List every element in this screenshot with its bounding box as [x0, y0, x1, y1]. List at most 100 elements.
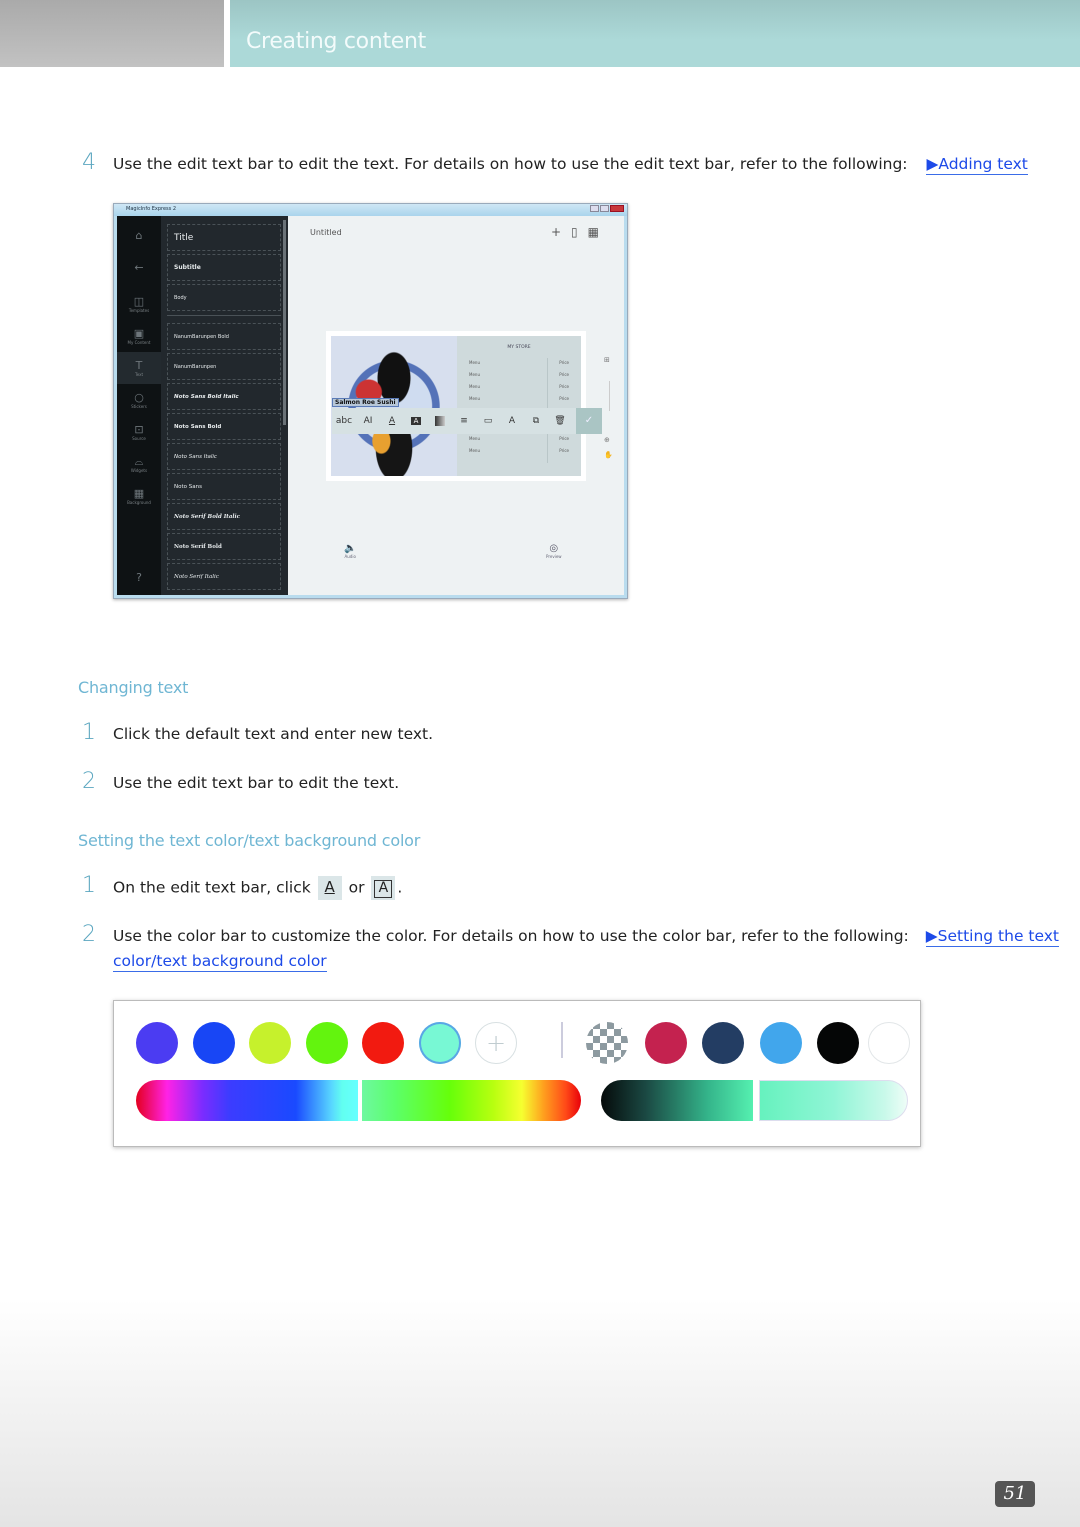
menu-row[interactable]: Menu Price [469, 396, 569, 401]
rail-item-widgets[interactable]: ⌓ Widgets [117, 448, 161, 480]
save-icon[interactable]: ▯ [571, 225, 578, 239]
rail-label: Widgets [130, 467, 148, 473]
menu-item: Menu [469, 384, 480, 389]
swatch-lime[interactable] [249, 1022, 291, 1064]
link-label: Setting the text [937, 927, 1060, 945]
setting-text-color-link-cont[interactable]: color/text background color [113, 952, 327, 972]
menu-price: Price [559, 396, 569, 401]
step-number: 4 [82, 150, 96, 175]
text-box-tool[interactable]: ▭ [476, 416, 500, 426]
rail-item-source[interactable]: ⊡ Source [117, 416, 161, 448]
hue-gradient-right[interactable] [362, 1080, 581, 1121]
rail-item-help[interactable]: ? [117, 562, 161, 594]
font-size-tool[interactable]: AI [356, 416, 380, 426]
zoom-slider[interactable] [609, 381, 610, 411]
menu-price: Price [559, 360, 569, 365]
font-item[interactable]: Noto Serif Italic [167, 563, 281, 590]
menu-price: Price [559, 384, 569, 389]
setting-text-color-link[interactable]: ▶Setting the text [925, 927, 1060, 947]
eye-icon: ◎ [549, 543, 559, 554]
font-style-tool[interactable]: abc [332, 416, 356, 426]
font-item[interactable]: Noto Sans Bold Italic [167, 383, 281, 410]
swatch-transparent[interactable] [586, 1022, 628, 1064]
swatch-crimson[interactable] [645, 1022, 687, 1064]
rail-item-home[interactable]: ⌂ [117, 220, 161, 252]
confirm-button[interactable]: ✓ [576, 408, 602, 434]
rail-item-text[interactable]: T Text [117, 352, 161, 384]
menu-row[interactable]: Menu Price [469, 448, 569, 453]
menu-board[interactable]: MY STORE Menu Price Menu Price Menu Price Menu… [457, 336, 581, 476]
or-text: or [348, 878, 365, 897]
rail-label: Stickers [131, 403, 147, 409]
close-button[interactable] [610, 205, 624, 212]
font-item[interactable]: Body [167, 284, 281, 311]
text-effect-tool[interactable]: A [500, 416, 524, 426]
delete-tool[interactable]: 🗑 [548, 416, 572, 426]
font-item[interactable]: Subtitle [167, 254, 281, 281]
swatch-sky[interactable] [760, 1022, 802, 1064]
palette-divider [561, 1022, 563, 1058]
content-card[interactable]: Salmon Roe Sushi MY STORE Menu Price Menu P… [326, 331, 586, 481]
source-icon: ⊡ [134, 422, 144, 436]
font-item[interactable]: Title [167, 224, 281, 251]
rail-item-stickers[interactable]: ○ Stickers [117, 384, 161, 416]
hue-gradient-left[interactable] [136, 1080, 358, 1121]
menu-item: Menu [469, 436, 480, 441]
text-color-tool[interactable]: A [380, 416, 404, 426]
menu-row[interactable]: Menu Price [469, 436, 569, 441]
preview-button[interactable]: ◎ Preview [546, 543, 562, 559]
menu-row[interactable]: Menu Price [469, 372, 569, 377]
add-icon[interactable]: + [551, 225, 561, 239]
font-item[interactable]: Noto Sans Italic [167, 443, 281, 470]
photo-label[interactable]: Salmon Roe Sushi [332, 398, 399, 407]
font-item[interactable]: Noto Serif Bold [167, 533, 281, 560]
text-background-tool[interactable]: A [411, 417, 421, 425]
adding-text-link[interactable]: ▶Adding text [926, 155, 1028, 175]
gradient-tool[interactable]: ▌ [435, 416, 445, 426]
menu-price: Price [559, 436, 569, 441]
step-number: 1 [82, 873, 96, 898]
arrange-tool[interactable]: ⧉ [524, 416, 548, 426]
rail-label: Source [132, 435, 146, 441]
swatch-violet[interactable] [136, 1022, 178, 1064]
swatch-blue[interactable] [193, 1022, 235, 1064]
menu-price: Price [559, 372, 569, 377]
swatch-navy[interactable] [702, 1022, 744, 1064]
swatch-white[interactable] [868, 1022, 910, 1064]
align-tool[interactable]: ≡ [452, 416, 476, 426]
rail-label: Templates [128, 307, 150, 313]
minimize-button[interactable] [590, 205, 599, 212]
link-label: Adding text [938, 155, 1028, 173]
rail-item-background[interactable]: ▦ Background [117, 480, 161, 512]
font-item[interactable]: Noto Sans Bold [167, 413, 281, 440]
rail-label: Background [127, 499, 151, 505]
background-icon: ▦ [133, 486, 145, 500]
rail-item-my-content[interactable]: ▣ My Content [117, 320, 161, 352]
swatch-mint[interactable] [419, 1022, 461, 1064]
font-item[interactable]: Noto Sans [167, 473, 281, 500]
rail-item-back-arrow[interactable]: ← [117, 252, 161, 284]
shade-gradient[interactable] [601, 1080, 753, 1121]
rail-item-templates[interactable]: ◫ Templates [117, 288, 161, 320]
menu-row[interactable]: Menu Price [469, 384, 569, 389]
fit-icon[interactable]: ⊕ [604, 436, 610, 444]
swatch-red[interactable] [362, 1022, 404, 1064]
menu-row[interactable]: Menu Price [469, 360, 569, 365]
canvas-title[interactable]: Untitled [310, 228, 342, 237]
sushi-photo[interactable]: Salmon Roe Sushi [331, 336, 457, 476]
swatch-add-button[interactable]: + [475, 1022, 517, 1064]
schedule-icon[interactable]: ▦ [588, 225, 599, 239]
menu-price: Price [559, 448, 569, 453]
tint-gradient[interactable] [759, 1080, 908, 1121]
hand-icon[interactable]: ✋ [604, 451, 613, 459]
audio-button[interactable]: 🔈 Audio [344, 543, 356, 559]
zoom-in-icon[interactable]: ⊞ [604, 356, 610, 364]
font-item[interactable]: NanumBarunpen [167, 353, 281, 380]
maximize-button[interactable] [600, 205, 609, 212]
swatch-black[interactable] [817, 1022, 859, 1064]
panel-scrollbar[interactable] [283, 220, 286, 425]
font-item[interactable]: NanumBarunpen Bold [167, 323, 281, 350]
help-icon: ? [136, 571, 142, 584]
swatch-green[interactable] [306, 1022, 348, 1064]
font-item[interactable]: Noto Serif Bold Italic [167, 503, 281, 530]
